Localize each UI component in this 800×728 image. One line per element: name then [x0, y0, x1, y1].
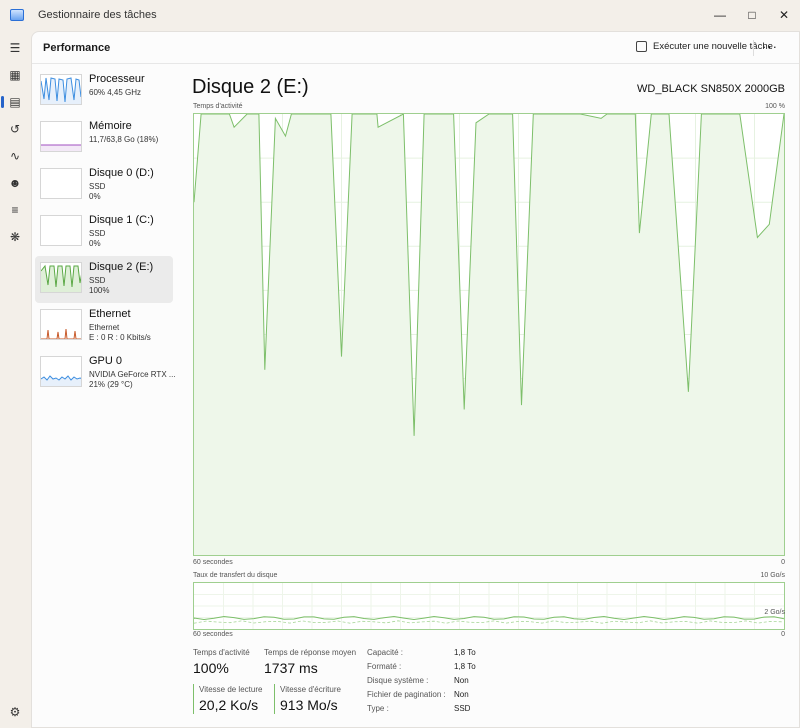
main-panel: Performance Exécuter une nouvelle tâche … [31, 31, 800, 728]
prop-key: Fichier de pagination : [367, 690, 446, 699]
device-throughput: E : 0 R : 0 Kbits/s [89, 333, 151, 342]
thumb-line [41, 328, 81, 339]
activity-max-label: 100 % [765, 103, 785, 110]
device-name: Processeur [89, 73, 145, 85]
header-divider [753, 40, 754, 56]
prop-value: SSD [454, 704, 471, 713]
device-detail: 60% 4,45 GHz [89, 88, 142, 97]
device-item-memoire[interactable]: Mémoire 11,7/63,8 Go (18%) [35, 115, 173, 162]
gpu-thumbnail-graph [40, 356, 82, 387]
device-usage: 0% [89, 239, 101, 248]
task-manager-app-icon [10, 9, 24, 21]
activity-graph-label: Temps d'activité [193, 103, 243, 110]
window-title: Gestionnaire des tâches [38, 9, 157, 21]
device-usage: 21% (29 °C) [89, 380, 133, 389]
services-icon[interactable]: ❋ [7, 229, 23, 245]
disk1-thumbnail-graph [40, 215, 82, 246]
transfer-mid-label: 2 Go/s [764, 609, 785, 616]
response-time-label: Temps de réponse moyen [264, 648, 357, 657]
details-icon[interactable]: ≡ [7, 202, 23, 218]
transfer-min-label: 0 [781, 631, 785, 638]
active-time-value: 100% [193, 660, 229, 676]
device-type: Ethernet [89, 323, 120, 332]
prop-key: Capacité : [367, 648, 404, 657]
device-model: NVIDIA GeForce RTX ... [89, 370, 176, 379]
transfer-graph [193, 582, 785, 630]
disk-title: Disque 2 (E:) [192, 76, 309, 98]
hamburger-icon[interactable]: ☰ [7, 40, 23, 56]
device-item-disque-2[interactable]: Disque 2 (E:) SSD 100% [35, 256, 173, 303]
activity-graph [193, 113, 785, 556]
active-time-label: Temps d'activité [193, 648, 250, 657]
device-usage: 0% [89, 192, 101, 201]
history-icon[interactable]: ↺ [7, 121, 23, 137]
startup-icon[interactable]: ∿ [7, 148, 23, 164]
transfer-time-label: 60 secondes [193, 631, 233, 638]
processes-icon[interactable]: ▦ [7, 67, 23, 83]
prop-value: 1,8 To [454, 648, 476, 657]
device-name: Disque 2 (E:) [89, 261, 154, 273]
device-type: SSD [89, 276, 106, 285]
read-speed-marker [193, 684, 194, 714]
cpu-thumbnail-graph [40, 74, 82, 105]
device-name: Ethernet [89, 308, 131, 320]
write-speed-label: Vitesse d'écriture [280, 685, 341, 694]
device-name: Disque 1 (C:) [89, 214, 154, 226]
disk0-thumbnail-graph [40, 168, 82, 199]
page-title: Performance [43, 42, 111, 54]
minimize-icon: — [714, 8, 726, 22]
transfer-graph-label: Taux de transfert du disque [193, 572, 278, 579]
device-list: Processeur 60% 4,45 GHz Mémoire 11,7/63,… [35, 68, 176, 397]
device-name: Disque 0 (D:) [89, 167, 154, 179]
device-item-processeur[interactable]: Processeur 60% 4,45 GHz [35, 68, 173, 115]
more-options-button[interactable]: ··· [762, 39, 778, 54]
panel-header: Performance Exécuter une nouvelle tâche … [32, 32, 799, 64]
prop-value: 1,8 To [454, 662, 476, 671]
write-speed-value: 913 Mo/s [280, 697, 338, 713]
settings-icon[interactable]: ⚙ [7, 704, 23, 720]
prop-key: Disque système : [367, 676, 429, 685]
activity-min-label: 0 [781, 559, 785, 566]
memory-thumbnail-graph [40, 121, 82, 152]
read-speed-label: Vitesse de lecture [199, 685, 263, 694]
prop-value: Non [454, 676, 469, 685]
device-name: GPU 0 [89, 355, 123, 367]
write-speed-marker [274, 684, 275, 714]
device-item-disque-1[interactable]: Disque 1 (C:) SSD 0% [35, 209, 173, 256]
run-task-icon [636, 41, 647, 52]
disk2-thumbnail-graph [40, 262, 82, 293]
device-item-disque-0[interactable]: Disque 0 (D:) SSD 0% [35, 162, 173, 209]
response-time-value: 1737 ms [264, 660, 318, 676]
prop-value: Non [454, 690, 469, 699]
performance-icon[interactable]: ▤ [1, 94, 23, 110]
prop-key: Type : [367, 704, 389, 713]
device-usage: 100% [89, 286, 110, 295]
title-bar: Gestionnaire des tâches — □ ✕ [0, 0, 800, 32]
device-item-gpu-0[interactable]: GPU 0 NVIDIA GeForce RTX ... 21% (29 °C) [35, 350, 176, 397]
read-speed-value: 20,2 Ko/s [199, 697, 259, 713]
disk-model: WD_BLACK SN850X 2000GB [637, 83, 785, 95]
prop-key: Formaté : [367, 662, 402, 671]
thumb-area [41, 145, 81, 151]
device-detail: 11,7/63,8 Go (18%) [89, 135, 159, 144]
activity-time-label: 60 secondes [193, 559, 233, 566]
close-icon: ✕ [778, 8, 790, 22]
run-task-label: Exécuter une nouvelle tâche [653, 41, 773, 52]
device-name: Mémoire [89, 120, 132, 132]
maximize-icon: □ [748, 8, 756, 22]
nav-rail: ☰ ▦ ▤ ↺ ∿ ☻ ≡ ❋ ⚙ [0, 32, 30, 728]
close-button[interactable]: ✕ [764, 3, 800, 27]
device-type: SSD [89, 182, 106, 191]
device-type: SSD [89, 229, 106, 238]
device-item-ethernet[interactable]: Ethernet Ethernet E : 0 R : 0 Kbits/s [35, 303, 173, 350]
users-icon[interactable]: ☻ [7, 175, 23, 191]
transfer-max-label: 10 Go/s [760, 572, 785, 579]
ethernet-thumbnail-graph [40, 309, 82, 340]
